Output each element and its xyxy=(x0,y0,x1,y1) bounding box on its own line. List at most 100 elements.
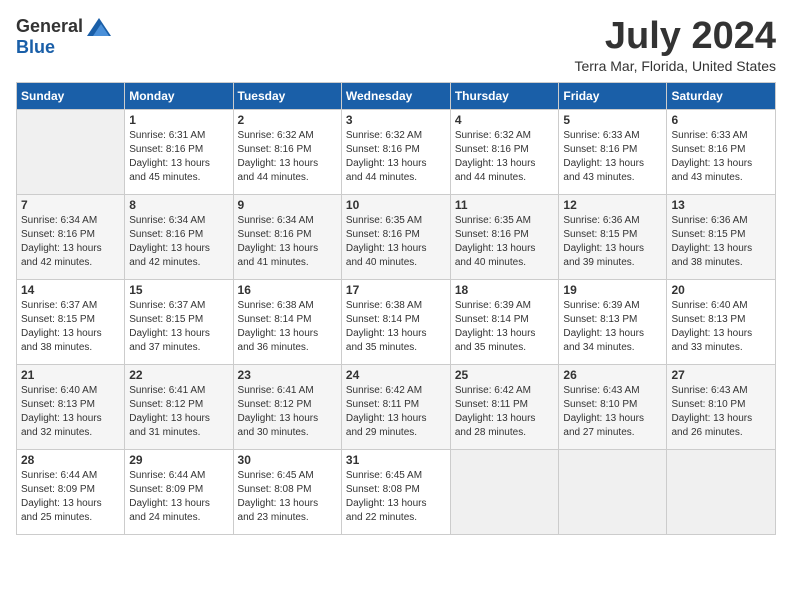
calendar-subtitle: Terra Mar, Florida, United States xyxy=(574,58,776,74)
calendar-day-cell: 29 Sunrise: 6:44 AM Sunset: 8:09 PM Dayli… xyxy=(125,449,233,534)
calendar-day-cell: 1Sunrise: 6:31 AM Sunset: 8:16 PM Daylig… xyxy=(125,109,233,194)
day-number: 18 xyxy=(455,283,555,297)
day-number: 20 xyxy=(671,283,771,297)
calendar-day-cell: 3 Sunrise: 6:32 AM Sunset: 8:16 PM Daylig… xyxy=(341,109,450,194)
calendar-day-cell: 20Sunrise: 6:40 AM Sunset: 8:13 PM Dayli… xyxy=(667,279,776,364)
calendar-week-row: 1Sunrise: 6:31 AM Sunset: 8:16 PM Daylig… xyxy=(17,109,776,194)
day-number: 24 xyxy=(346,368,446,382)
day-number: 29 xyxy=(129,453,228,467)
calendar-day-cell: 6Sunrise: 6:33 AM Sunset: 8:16 PM Daylig… xyxy=(667,109,776,194)
day-number: 17 xyxy=(346,283,446,297)
day-info: Sunrise: 6:35 AM Sunset: 8:16 PM Dayligh… xyxy=(346,214,446,270)
calendar-day-cell xyxy=(17,109,125,194)
day-info: Sunrise: 6:44 AM Sunset: 8:09 PM Dayligh… xyxy=(21,469,120,525)
calendar-day-cell: 19 Sunrise: 6:39 AM Sunset: 8:13 PM Dayli… xyxy=(559,279,667,364)
calendar-day-cell: 8 Sunrise: 6:34 AM Sunset: 8:16 PM Daylig… xyxy=(125,194,233,279)
day-info: Sunrise: 6:43 AM Sunset: 8:10 PM Dayligh… xyxy=(671,384,771,440)
day-info: Sunrise: 6:33 AM Sunset: 8:16 PM Dayligh… xyxy=(563,129,662,185)
calendar-day-cell: 30Sunrise: 6:45 AM Sunset: 8:08 PM Dayli… xyxy=(233,449,341,534)
weekday-header: Sunday xyxy=(17,82,125,109)
calendar-day-cell: 11Sunrise: 6:35 AM Sunset: 8:16 PM Dayli… xyxy=(450,194,559,279)
day-number: 28 xyxy=(21,453,120,467)
calendar-day-cell: 7Sunrise: 6:34 AM Sunset: 8:16 PM Daylig… xyxy=(17,194,125,279)
title-area: July 2024 Terra Mar, Florida, United Sta… xyxy=(574,16,776,74)
day-info: Sunrise: 6:35 AM Sunset: 8:16 PM Dayligh… xyxy=(455,214,555,270)
calendar-title: July 2024 xyxy=(574,16,776,58)
day-number: 8 xyxy=(129,198,228,212)
day-info: Sunrise: 6:41 AM Sunset: 8:12 PM Dayligh… xyxy=(129,384,228,440)
day-number: 3 xyxy=(346,113,446,127)
day-info: Sunrise: 6:36 AM Sunset: 8:15 PM Dayligh… xyxy=(563,214,662,270)
calendar-day-cell xyxy=(559,449,667,534)
day-number: 1 xyxy=(129,113,228,127)
day-number: 14 xyxy=(21,283,120,297)
day-number: 4 xyxy=(455,113,555,127)
day-number: 5 xyxy=(563,113,662,127)
calendar-day-cell: 25 Sunrise: 6:42 AM Sunset: 8:11 PM Dayli… xyxy=(450,364,559,449)
logo-blue: Blue xyxy=(16,37,55,58)
calendar-day-cell: 21 Sunrise: 6:40 AM Sunset: 8:13 PM Dayli… xyxy=(17,364,125,449)
day-number: 31 xyxy=(346,453,446,467)
weekday-header: Saturday xyxy=(667,82,776,109)
day-info: Sunrise: 6:38 AM Sunset: 8:14 PM Dayligh… xyxy=(346,299,446,355)
calendar-week-row: 21 Sunrise: 6:40 AM Sunset: 8:13 PM Dayli… xyxy=(17,364,776,449)
calendar-day-cell: 5 Sunrise: 6:33 AM Sunset: 8:16 PM Daylig… xyxy=(559,109,667,194)
day-number: 15 xyxy=(129,283,228,297)
day-info: Sunrise: 6:33 AM Sunset: 8:16 PM Dayligh… xyxy=(671,129,771,185)
day-number: 25 xyxy=(455,368,555,382)
day-info: Sunrise: 6:39 AM Sunset: 8:13 PM Dayligh… xyxy=(563,299,662,355)
calendar-day-cell: 31 Sunrise: 6:45 AM Sunset: 8:08 PM Dayli… xyxy=(341,449,450,534)
weekday-header: Wednesday xyxy=(341,82,450,109)
day-info: Sunrise: 6:45 AM Sunset: 8:08 PM Dayligh… xyxy=(346,469,446,525)
calendar-day-cell: 22 Sunrise: 6:41 AM Sunset: 8:12 PM Dayli… xyxy=(125,364,233,449)
calendar-day-cell: 24 Sunrise: 6:42 AM Sunset: 8:11 PM Dayli… xyxy=(341,364,450,449)
calendar-day-cell: 27 Sunrise: 6:43 AM Sunset: 8:10 PM Dayli… xyxy=(667,364,776,449)
day-info: Sunrise: 6:32 AM Sunset: 8:16 PM Dayligh… xyxy=(346,129,446,185)
weekday-header: Friday xyxy=(559,82,667,109)
day-number: 27 xyxy=(671,368,771,382)
day-info: Sunrise: 6:41 AM Sunset: 8:12 PM Dayligh… xyxy=(238,384,337,440)
day-info: Sunrise: 6:37 AM Sunset: 8:15 PM Dayligh… xyxy=(21,299,120,355)
day-info: Sunrise: 6:38 AM Sunset: 8:14 PM Dayligh… xyxy=(238,299,337,355)
logo-icon xyxy=(87,18,111,36)
day-info: Sunrise: 6:34 AM Sunset: 8:16 PM Dayligh… xyxy=(238,214,337,270)
calendar-day-cell: 9Sunrise: 6:34 AM Sunset: 8:16 PM Daylig… xyxy=(233,194,341,279)
day-info: Sunrise: 6:32 AM Sunset: 8:16 PM Dayligh… xyxy=(238,129,337,185)
calendar-week-row: 14 Sunrise: 6:37 AM Sunset: 8:15 PM Dayli… xyxy=(17,279,776,364)
logo: General Blue xyxy=(16,16,111,58)
day-info: Sunrise: 6:43 AM Sunset: 8:10 PM Dayligh… xyxy=(563,384,662,440)
day-info: Sunrise: 6:39 AM Sunset: 8:14 PM Dayligh… xyxy=(455,299,555,355)
day-info: Sunrise: 6:42 AM Sunset: 8:11 PM Dayligh… xyxy=(346,384,446,440)
day-number: 21 xyxy=(21,368,120,382)
day-info: Sunrise: 6:45 AM Sunset: 8:08 PM Dayligh… xyxy=(238,469,337,525)
page-header: General Blue July 2024 Terra Mar, Florid… xyxy=(16,16,776,74)
weekday-header: Tuesday xyxy=(233,82,341,109)
calendar-table: SundayMondayTuesdayWednesdayThursdayFrid… xyxy=(16,82,776,535)
day-number: 13 xyxy=(671,198,771,212)
calendar-day-cell xyxy=(450,449,559,534)
day-info: Sunrise: 6:44 AM Sunset: 8:09 PM Dayligh… xyxy=(129,469,228,525)
day-info: Sunrise: 6:34 AM Sunset: 8:16 PM Dayligh… xyxy=(21,214,120,270)
day-info: Sunrise: 6:34 AM Sunset: 8:16 PM Dayligh… xyxy=(129,214,228,270)
calendar-day-cell: 2 Sunrise: 6:32 AM Sunset: 8:16 PM Daylig… xyxy=(233,109,341,194)
weekday-header: Monday xyxy=(125,82,233,109)
calendar-week-row: 7Sunrise: 6:34 AM Sunset: 8:16 PM Daylig… xyxy=(17,194,776,279)
calendar-day-cell: 12Sunrise: 6:36 AM Sunset: 8:15 PM Dayli… xyxy=(559,194,667,279)
day-info: Sunrise: 6:42 AM Sunset: 8:11 PM Dayligh… xyxy=(455,384,555,440)
calendar-day-cell: 16 Sunrise: 6:38 AM Sunset: 8:14 PM Dayli… xyxy=(233,279,341,364)
day-number: 2 xyxy=(238,113,337,127)
day-info: Sunrise: 6:40 AM Sunset: 8:13 PM Dayligh… xyxy=(21,384,120,440)
day-info: Sunrise: 6:37 AM Sunset: 8:15 PM Dayligh… xyxy=(129,299,228,355)
weekday-header-row: SundayMondayTuesdayWednesdayThursdayFrid… xyxy=(17,82,776,109)
day-number: 23 xyxy=(238,368,337,382)
logo-general: General xyxy=(16,16,83,37)
calendar-day-cell: 10Sunrise: 6:35 AM Sunset: 8:16 PM Dayli… xyxy=(341,194,450,279)
calendar-day-cell: 15 Sunrise: 6:37 AM Sunset: 8:15 PM Dayli… xyxy=(125,279,233,364)
day-info: Sunrise: 6:36 AM Sunset: 8:15 PM Dayligh… xyxy=(671,214,771,270)
day-number: 16 xyxy=(238,283,337,297)
calendar-day-cell xyxy=(667,449,776,534)
calendar-day-cell: 14 Sunrise: 6:37 AM Sunset: 8:15 PM Dayli… xyxy=(17,279,125,364)
day-number: 19 xyxy=(563,283,662,297)
calendar-day-cell: 13 Sunrise: 6:36 AM Sunset: 8:15 PM Dayli… xyxy=(667,194,776,279)
day-number: 22 xyxy=(129,368,228,382)
